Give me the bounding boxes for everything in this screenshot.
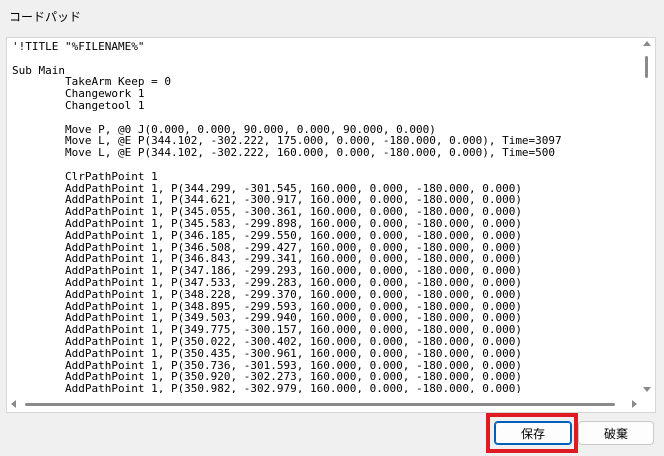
window-title: コードパッド — [9, 10, 82, 24]
title-bar[interactable]: コードパッド — [0, 0, 664, 30]
code-text[interactable]: '!TITLE "%FILENAME%" Sub Main TakeArm Kee… — [12, 41, 637, 393]
code-line: AddPathPoint 1, P(346.185, -299.550, 160… — [12, 228, 522, 242]
scroll-right-arrow-icon[interactable] — [632, 400, 637, 408]
vertical-scrollbar[interactable] — [639, 38, 655, 396]
code-pad-dialog: コードパッド '!TITLE "%FILENAME%" Sub Main Take… — [0, 0, 664, 456]
horizontal-scroll-thumb[interactable] — [25, 403, 615, 406]
horizontal-scrollbar[interactable] — [7, 396, 641, 412]
code-line: AddPathPoint 1, P(345.583, -299.898, 160… — [12, 216, 522, 230]
code-line: Changetool 1 — [12, 98, 145, 112]
code-line: ClrPathPoint 1 — [12, 169, 158, 183]
scroll-up-arrow-icon[interactable] — [643, 41, 651, 46]
code-line: '!TITLE "%FILENAME%" — [12, 41, 145, 53]
scrollbar-corner — [639, 396, 655, 412]
code-editor[interactable]: '!TITLE "%FILENAME%" Sub Main TakeArm Kee… — [6, 37, 656, 413]
code-line: AddPathPoint 1, P(348.228, -299.370, 160… — [12, 287, 522, 301]
scroll-down-arrow-icon[interactable] — [643, 387, 651, 392]
code-line: Move L, @E P(344.102, -302.222, 160.000,… — [12, 146, 556, 160]
code-line: AddPathPoint 1, P(350.435, -300.961, 160… — [12, 346, 522, 360]
scroll-left-arrow-icon[interactable] — [11, 400, 16, 408]
code-line: AddPathPoint 1, P(350.022, -300.402, 160… — [12, 334, 522, 348]
vertical-scroll-thumb[interactable] — [645, 56, 648, 78]
save-button[interactable]: 保存 — [494, 421, 572, 445]
code-line: AddPathPoint 1, P(347.533, -299.283, 160… — [12, 275, 522, 289]
discard-button[interactable]: 破棄 — [578, 421, 654, 445]
code-line: AddPathPoint 1, P(350.982, -302.979, 160… — [12, 382, 522, 393]
